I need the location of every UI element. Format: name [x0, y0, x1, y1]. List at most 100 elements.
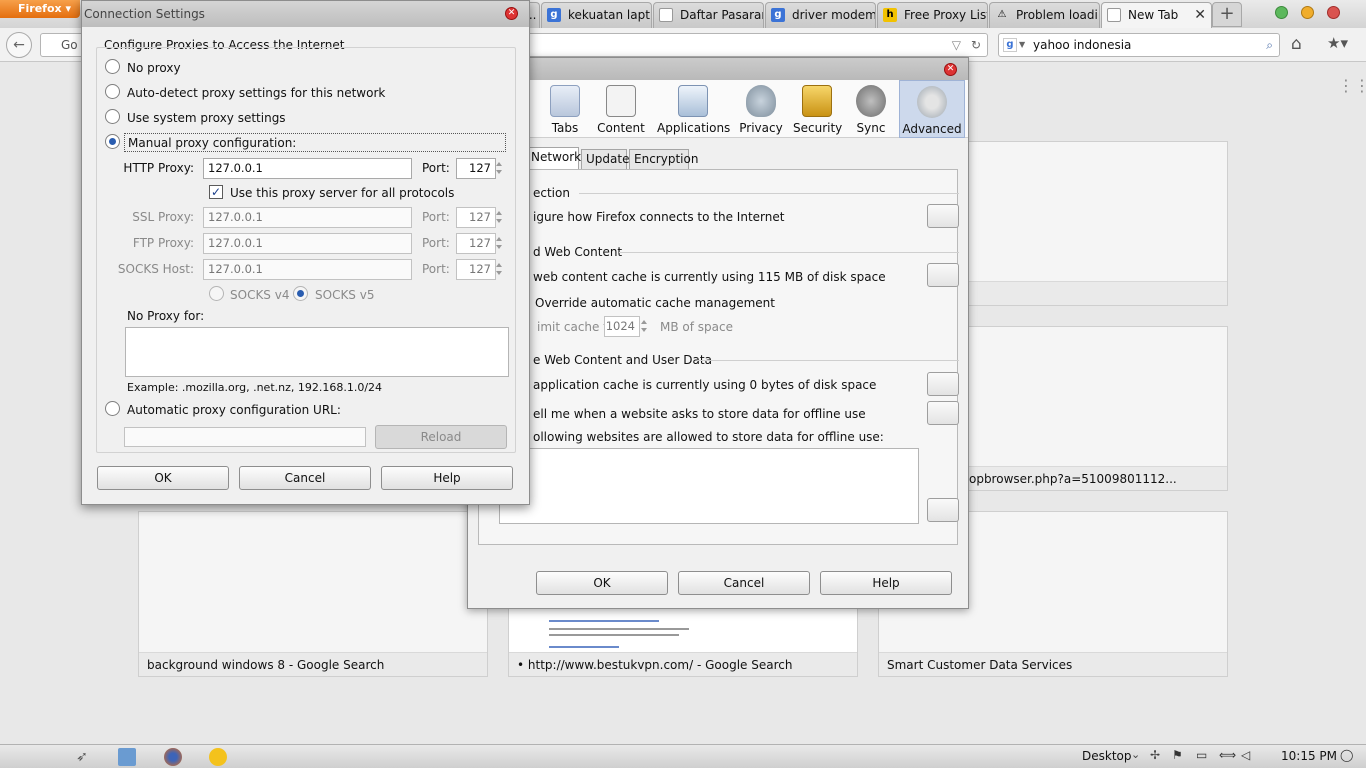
use-all-protocols-label: Use this proxy server for all protocols — [230, 186, 455, 200]
auto-config-url-radio[interactable] — [105, 401, 120, 416]
ftp-port-stepper[interactable]: 127 — [456, 233, 496, 254]
tab-network[interactable]: Network — [526, 147, 581, 170]
firefox-icon[interactable] — [164, 748, 182, 766]
close-tab-icon[interactable]: ✕ — [1194, 7, 1206, 23]
content-icon — [606, 85, 636, 117]
connection-settings-button[interactable] — [927, 204, 959, 228]
tab-update[interactable]: Update — [581, 149, 629, 169]
tab-encryption[interactable]: Encryption — [629, 149, 698, 169]
category-privacy[interactable]: Privacy — [738, 80, 784, 138]
back-arrow-icon[interactable]: ← — [6, 32, 32, 58]
cancel-button[interactable]: Cancel — [239, 466, 371, 490]
dialog-title-bar: Connection Settings ✕ — [82, 1, 529, 27]
maximize-button[interactable] — [1301, 6, 1314, 19]
ssl-port-stepper[interactable]: 127 — [456, 207, 496, 228]
reload-icon[interactable]: ↻ — [971, 34, 981, 56]
http-proxy-input[interactable]: 127.0.0.1 — [203, 158, 412, 179]
no-proxy-example: Example: .mozilla.org, .net.nz, 192.168.… — [127, 381, 383, 394]
tab[interactable]: hFree Proxy List ... — [877, 2, 988, 28]
apple-icon[interactable] — [19, 748, 37, 766]
google-search-engine-icon[interactable]: g — [1003, 38, 1017, 52]
rocket-icon[interactable]: ➶ — [73, 748, 91, 766]
dropdown-arrow-icon[interactable]: ▽ — [952, 34, 961, 56]
connection-settings-dialog: Connection Settings ✕ Configure Proxies … — [81, 0, 530, 505]
clear-cache-button[interactable] — [927, 263, 959, 287]
battery-icon[interactable]: ▭ — [1196, 748, 1207, 762]
offline-sites-list[interactable] — [499, 448, 919, 524]
search-bar[interactable]: g ▼ yahoo indonesia ⌕ — [998, 33, 1280, 57]
cache-size-stepper[interactable]: 1024 — [604, 316, 640, 337]
home-icon[interactable]: ⌂ — [1291, 34, 1302, 54]
use-all-protocols-checkbox[interactable]: ✓ — [209, 185, 223, 199]
auto-detect-radio[interactable] — [105, 84, 120, 99]
tab[interactable]: gdriver modem ... — [765, 2, 876, 28]
grid-icon[interactable]: ⋮⋮ — [1338, 76, 1366, 95]
clock[interactable]: 10:15 PM — [1281, 749, 1337, 763]
explorer-icon[interactable] — [118, 748, 136, 766]
help-button[interactable]: Help — [381, 466, 513, 490]
socks-host-input[interactable]: 127.0.0.1 — [203, 259, 412, 280]
stepper-arrows-icon[interactable] — [640, 316, 649, 337]
socks-v5-label: SOCKS v5 — [315, 288, 375, 302]
tab[interactable]: Daftar Pasaran... — [653, 2, 764, 28]
volume-icon[interactable]: ◁ — [1241, 748, 1250, 762]
firefox-menu-button[interactable]: Firefox ▾ — [0, 0, 80, 18]
stepper-arrows-icon[interactable] — [495, 158, 504, 179]
help-button[interactable]: Help — [820, 571, 952, 595]
exceptions-button[interactable] — [927, 401, 959, 425]
tab[interactable]: ⚠ Problem loadi... — [989, 2, 1100, 28]
chevron-down-icon[interactable]: ▼ — [1019, 34, 1025, 56]
show-desktop-icon[interactable]: ◯ — [1340, 748, 1353, 762]
ftp-port-label: Port: — [422, 236, 450, 250]
remove-site-button[interactable] — [927, 498, 959, 522]
category-security[interactable]: Security — [793, 80, 842, 138]
flag-icon[interactable]: ⚑ — [1172, 748, 1183, 762]
network-icon[interactable]: ⟺ — [1219, 748, 1236, 762]
ftp-proxy-label: FTP Proxy: — [132, 236, 194, 250]
connection-heading: ection — [533, 186, 570, 200]
pin-icon[interactable]: ✢ — [1150, 748, 1160, 762]
stepper-arrows-icon[interactable] — [495, 207, 504, 228]
no-proxy-for-input[interactable] — [125, 327, 509, 377]
chevron-down-icon[interactable]: ⌄ — [1131, 748, 1140, 761]
stepper-arrows-icon[interactable] — [495, 233, 504, 254]
category-tabs[interactable]: Tabs — [544, 80, 586, 138]
system-proxy-radio[interactable] — [105, 109, 120, 124]
cancel-button[interactable]: Cancel — [678, 571, 810, 595]
socks-v5-radio[interactable] — [293, 286, 308, 301]
category-sync[interactable]: Sync — [851, 80, 891, 138]
clear-appcache-button[interactable] — [927, 372, 959, 396]
taskbar: ➶ Desktop ⌄ ✢ ⚑ ▭ ⟺ ◁ 10:15 PM ◯ — [0, 744, 1366, 768]
http-port-stepper[interactable]: 127 — [456, 158, 496, 179]
no-proxy-radio[interactable] — [105, 59, 120, 74]
manual-proxy-radio[interactable] — [105, 134, 120, 149]
search-icon[interactable]: ⌕ — [1266, 34, 1273, 56]
tab[interactable]: gkekuatan lapt... — [541, 2, 652, 28]
socks-v4-radio[interactable] — [209, 286, 224, 301]
new-tab-button[interactable]: + — [1212, 2, 1242, 27]
offline-notify-checkbox[interactable]: ell me when a website asks to store data… — [533, 407, 866, 421]
smiley-icon[interactable] — [209, 748, 227, 766]
reload-button[interactable]: Reload — [375, 425, 507, 449]
system-proxy-label: Use system proxy settings — [127, 111, 286, 125]
bookmarks-icon[interactable]: ★▾ — [1327, 34, 1348, 52]
desktop-toolbar-label[interactable]: Desktop — [1082, 749, 1132, 763]
ok-button[interactable]: OK — [536, 571, 668, 595]
tab-new-tab[interactable]: New Tab ✕ — [1101, 2, 1212, 28]
minimize-button[interactable] — [1275, 6, 1288, 19]
category-advanced[interactable]: Advanced — [899, 80, 965, 138]
category-applications[interactable]: Applications — [657, 80, 730, 138]
close-icon[interactable]: ✕ — [944, 63, 957, 76]
close-window-button[interactable] — [1327, 6, 1340, 19]
ftp-proxy-input[interactable]: 127.0.0.1 — [203, 233, 412, 254]
thumbnail[interactable]: background windows 8 - Google Search — [138, 511, 488, 677]
override-cache-checkbox[interactable]: Override automatic cache management — [535, 296, 775, 310]
stepper-arrows-icon[interactable] — [495, 259, 504, 280]
auto-config-url-input[interactable] — [124, 427, 366, 447]
socks-port-stepper[interactable]: 127 — [456, 259, 496, 280]
auto-config-url-label: Automatic proxy configuration URL: — [127, 403, 341, 417]
category-content[interactable]: Content — [595, 80, 647, 138]
ssl-proxy-input[interactable]: 127.0.0.1 — [203, 207, 412, 228]
ok-button[interactable]: OK — [97, 466, 229, 490]
close-icon[interactable]: ✕ — [505, 7, 518, 20]
